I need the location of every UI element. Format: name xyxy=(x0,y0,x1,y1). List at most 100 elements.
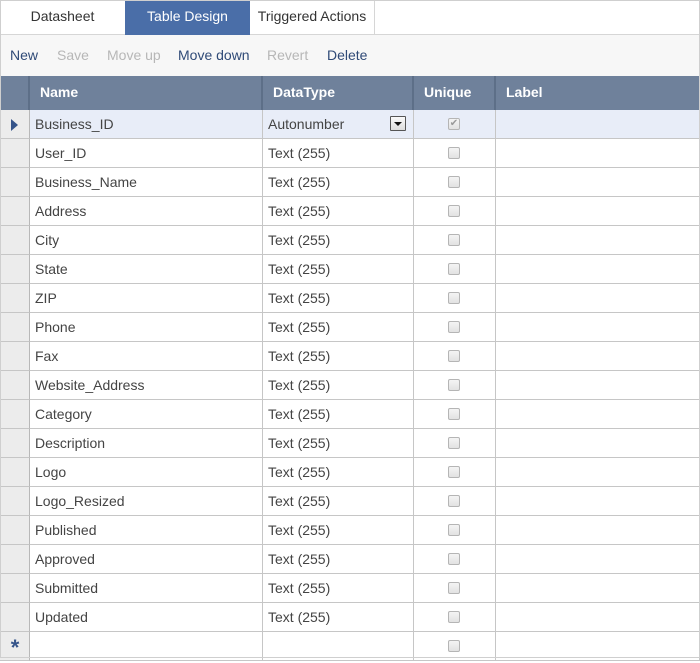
field-name-cell[interactable]: Logo_Resized xyxy=(30,487,263,516)
move-down-button[interactable]: Move down xyxy=(178,35,250,76)
unique-checkbox[interactable] xyxy=(448,263,460,275)
row-selector[interactable] xyxy=(0,226,30,255)
unique-checkbox[interactable] xyxy=(448,408,460,420)
datatype-cell[interactable]: Text (255) xyxy=(263,284,414,313)
row-selector[interactable] xyxy=(0,168,30,197)
field-name-cell[interactable]: Updated xyxy=(30,603,263,632)
column-header-datatype[interactable]: DataType xyxy=(263,76,414,110)
datatype-cell[interactable]: Text (255) xyxy=(263,168,414,197)
row-selector[interactable]: * xyxy=(0,632,30,661)
unique-checkbox[interactable] xyxy=(448,321,460,333)
unique-checkbox[interactable] xyxy=(448,350,460,362)
table-row[interactable]: Approved Text (255) xyxy=(0,545,700,574)
label-cell[interactable] xyxy=(496,226,700,255)
datatype-cell[interactable]: Text (255) xyxy=(263,371,414,400)
table-row[interactable]: Logo_Resized Text (255) xyxy=(0,487,700,516)
datatype-cell[interactable]: Autonumber xyxy=(263,110,414,139)
row-selector[interactable] xyxy=(0,400,30,429)
row-selector[interactable] xyxy=(0,255,30,284)
field-name-cell[interactable]: Published xyxy=(30,516,263,545)
revert-button[interactable]: Revert xyxy=(267,35,308,76)
table-row[interactable]: Phone Text (255) xyxy=(0,313,700,342)
row-selector[interactable] xyxy=(0,110,30,139)
unique-checkbox[interactable] xyxy=(448,524,460,536)
label-cell[interactable] xyxy=(496,255,700,284)
save-button[interactable]: Save xyxy=(57,35,89,76)
unique-checkbox[interactable] xyxy=(448,234,460,246)
field-name-cell[interactable]: Phone xyxy=(30,313,263,342)
label-cell[interactable] xyxy=(496,371,700,400)
field-name-cell[interactable]: Category xyxy=(30,400,263,429)
datatype-cell[interactable]: Text (255) xyxy=(263,574,414,603)
unique-checkbox[interactable] xyxy=(448,292,460,304)
field-name-cell[interactable]: ZIP xyxy=(30,284,263,313)
datatype-cell[interactable]: Text (255) xyxy=(263,603,414,632)
datatype-dropdown-button[interactable] xyxy=(390,116,406,131)
datatype-cell[interactable]: Text (255) xyxy=(263,487,414,516)
row-selector[interactable] xyxy=(0,429,30,458)
row-selector[interactable] xyxy=(0,313,30,342)
table-row[interactable]: City Text (255) xyxy=(0,226,700,255)
table-row[interactable]: Category Text (255) xyxy=(0,400,700,429)
table-row[interactable]: User_ID Text (255) xyxy=(0,139,700,168)
row-selector[interactable] xyxy=(0,197,30,226)
unique-checkbox[interactable] xyxy=(448,466,460,478)
table-row[interactable]: Description Text (255) xyxy=(0,429,700,458)
datatype-cell[interactable]: Text (255) xyxy=(263,139,414,168)
field-name-cell[interactable]: Website_Address xyxy=(30,371,263,400)
tab-table-design[interactable]: Table Design xyxy=(125,0,250,41)
datatype-cell[interactable]: Text (255) xyxy=(263,429,414,458)
unique-checkbox[interactable] xyxy=(448,640,460,652)
datatype-cell[interactable]: Text (255) xyxy=(263,545,414,574)
table-row[interactable]: ZIP Text (255) xyxy=(0,284,700,313)
row-selector[interactable] xyxy=(0,458,30,487)
label-cell[interactable] xyxy=(496,110,700,139)
table-row[interactable]: Fax Text (255) xyxy=(0,342,700,371)
table-row[interactable]: State Text (255) xyxy=(0,255,700,284)
field-name-cell[interactable]: Submitted xyxy=(30,574,263,603)
row-selector[interactable] xyxy=(0,371,30,400)
label-cell[interactable] xyxy=(496,197,700,226)
row-selector[interactable] xyxy=(0,545,30,574)
label-cell[interactable] xyxy=(496,545,700,574)
unique-checkbox[interactable] xyxy=(448,437,460,449)
unique-checkbox[interactable] xyxy=(448,582,460,594)
table-row[interactable]: Submitted Text (255) xyxy=(0,574,700,603)
field-name-cell[interactable]: Address xyxy=(30,197,263,226)
datatype-cell[interactable]: Text (255) xyxy=(263,226,414,255)
field-name-cell[interactable]: Business_ID xyxy=(30,110,263,139)
label-cell[interactable] xyxy=(496,487,700,516)
datatype-cell[interactable]: Text (255) xyxy=(263,516,414,545)
field-name-cell[interactable]: User_ID xyxy=(30,139,263,168)
table-row[interactable]: Address Text (255) xyxy=(0,197,700,226)
field-name-cell[interactable]: State xyxy=(30,255,263,284)
row-selector[interactable] xyxy=(0,284,30,313)
datatype-cell[interactable]: Text (255) xyxy=(263,458,414,487)
unique-checkbox[interactable] xyxy=(448,176,460,188)
field-name-cell[interactable]: Approved xyxy=(30,545,263,574)
unique-checkbox[interactable] xyxy=(448,379,460,391)
datatype-cell[interactable]: Text (255) xyxy=(263,400,414,429)
unique-checkbox[interactable] xyxy=(448,205,460,217)
label-cell[interactable] xyxy=(496,139,700,168)
new-record-row[interactable]: * xyxy=(0,632,700,661)
label-cell[interactable] xyxy=(496,313,700,342)
field-name-cell[interactable]: Business_Name xyxy=(30,168,263,197)
table-row[interactable]: Updated Text (255) xyxy=(0,603,700,632)
field-name-cell[interactable]: City xyxy=(30,226,263,255)
move-up-button[interactable]: Move up xyxy=(107,35,161,76)
row-selector[interactable] xyxy=(0,574,30,603)
label-cell[interactable] xyxy=(496,516,700,545)
label-cell[interactable] xyxy=(496,342,700,371)
datatype-cell[interactable]: Text (255) xyxy=(263,255,414,284)
table-row[interactable]: Business_Name Text (255) xyxy=(0,168,700,197)
label-cell[interactable] xyxy=(496,632,700,661)
datatype-cell[interactable]: Text (255) xyxy=(263,342,414,371)
label-cell[interactable] xyxy=(496,429,700,458)
row-selector[interactable] xyxy=(0,342,30,371)
label-cell[interactable] xyxy=(496,168,700,197)
label-cell[interactable] xyxy=(496,400,700,429)
field-name-cell[interactable]: Fax xyxy=(30,342,263,371)
datatype-cell[interactable] xyxy=(263,632,414,661)
tab-triggered-actions[interactable]: Triggered Actions xyxy=(250,0,375,35)
